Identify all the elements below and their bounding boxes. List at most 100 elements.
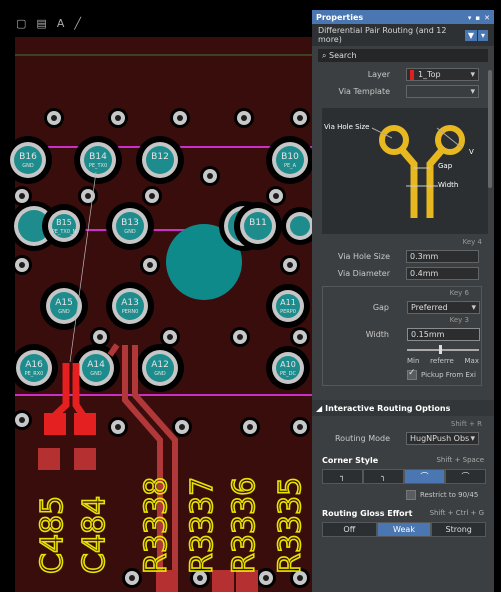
pad-label: A15 xyxy=(55,298,73,308)
search-placeholder: Search xyxy=(329,51,357,60)
pcb-canvas[interactable]: B16 GND B14 PE_TX0 B12 B10 PE_A B15 PE_TX0_N B13 G… xyxy=(0,0,312,592)
via-hole-input[interactable]: 0.3mm xyxy=(406,250,479,263)
line-icon[interactable]: ╱ xyxy=(71,17,84,30)
smd-pad[interactable] xyxy=(74,448,96,470)
interactive-routing-header[interactable]: ◢ Interactive Routing Options xyxy=(312,400,494,416)
via-hole-label: Via Hole Size xyxy=(338,252,390,261)
corner-arc-button[interactable]: ⌒ xyxy=(404,469,445,484)
panel-title: Properties xyxy=(316,12,364,22)
diff-pair-diagram: Via Hole Size Gap Width V xyxy=(322,108,488,234)
pad-net-label: PE_RX0 xyxy=(25,371,44,377)
smd-pad[interactable] xyxy=(44,413,66,435)
via-hole xyxy=(297,424,303,430)
pin-icon[interactable]: ▪ xyxy=(475,14,480,22)
smd-pad[interactable] xyxy=(74,413,96,435)
restrict-checkbox[interactable]: Restrict to 90/45 xyxy=(406,490,494,500)
close-icon[interactable]: ✕ xyxy=(484,14,490,22)
via-diameter-label: Via Diameter xyxy=(337,269,390,278)
smd-pad[interactable] xyxy=(38,448,60,470)
corner-round-button[interactable]: ⌒ xyxy=(445,469,486,484)
filter-icon[interactable]: ▼ xyxy=(464,29,477,41)
silkscreen-designator: C484 xyxy=(77,496,112,574)
gloss-off-button[interactable]: Off xyxy=(322,522,377,537)
iro-title: Interactive Routing Options xyxy=(325,403,451,413)
pcb-layout[interactable]: B16GNDB14PE_TX0B12 B10PE_AB15PE_TX0_NB13G… xyxy=(0,0,312,592)
via-hole xyxy=(129,575,135,581)
via-hole xyxy=(263,575,269,581)
checkbox[interactable] xyxy=(407,368,417,380)
shortcut-r: Shift + R xyxy=(450,420,482,428)
via-diameter-input[interactable]: 0.4mm xyxy=(406,267,479,280)
filter-button[interactable]: ▼ ▾ xyxy=(464,29,488,41)
pad-label: A12 xyxy=(151,360,169,370)
square-icon[interactable]: ▢ xyxy=(13,17,29,30)
via-hole xyxy=(19,417,25,423)
gloss-weak-label: Weak xyxy=(393,525,415,534)
corner-45-icon: ╮ xyxy=(381,472,386,481)
pad-label: A16 xyxy=(25,360,43,370)
corner-45-button[interactable]: ╮ xyxy=(363,469,404,484)
layer-select[interactable]: 1_Top xyxy=(406,68,479,81)
gloss-label: Routing Gloss Effort xyxy=(322,508,413,518)
width-input[interactable]: 0.15mm xyxy=(407,328,480,341)
gap-select[interactable]: Preferred xyxy=(407,301,480,314)
chevron-down-icon[interactable]: ▾ xyxy=(477,29,488,41)
pad-label: A11 xyxy=(280,298,296,307)
key3-label: Key 3 xyxy=(449,316,469,324)
scale-min: Min xyxy=(407,357,420,365)
width-label: Width xyxy=(365,330,389,339)
pcb-toolbar: ▢ ▤ A ╱ xyxy=(13,14,84,32)
silkscreen-designator: C485 xyxy=(35,496,70,574)
corner-90-icon: ┐ xyxy=(340,472,345,481)
pad-core xyxy=(290,216,310,236)
gap-value: Preferred xyxy=(411,303,448,312)
corner-style-buttons: ┐ ╮ ⌒ ⌒ xyxy=(322,469,486,484)
via-hole xyxy=(19,193,25,199)
via-hole xyxy=(197,575,203,581)
corner-style-label: Corner Style xyxy=(322,455,379,465)
restrict-label: Restrict to 90/45 xyxy=(420,491,479,499)
key4-label: Key 4 xyxy=(462,238,482,246)
gap-label: Gap xyxy=(372,303,389,312)
pad-net-label: GND xyxy=(58,309,70,315)
silkscreen-designator: R3335 xyxy=(273,477,308,574)
pickup-checkbox[interactable]: Pickup From Exi xyxy=(407,368,481,380)
collapse-icon: ◢ xyxy=(316,403,323,413)
via-template-label: Via Template xyxy=(338,87,390,96)
gloss-weak-button[interactable]: Weak xyxy=(376,522,432,537)
gloss-shortcut: Shift + Ctrl + G xyxy=(429,509,484,517)
panel-scrollbar[interactable] xyxy=(488,70,492,188)
layer-value: 1_Top xyxy=(418,70,441,79)
width-slider[interactable] xyxy=(407,343,479,357)
corner-90-button[interactable]: ┐ xyxy=(322,469,363,484)
routing-mode-label: Routing Mode xyxy=(334,434,390,443)
v-annotation: V xyxy=(469,148,474,156)
via-hole xyxy=(115,115,121,121)
pad-net-label: GND xyxy=(154,371,166,377)
via-hole xyxy=(115,424,121,430)
slider-thumb[interactable] xyxy=(439,345,442,354)
panel-mode-header: Differential Pair Routing (and 12 more) … xyxy=(312,24,494,46)
bar-icon[interactable]: ▤ xyxy=(33,17,49,30)
via-diameter-value: 0.4mm xyxy=(410,269,439,278)
pad-label: A10 xyxy=(280,360,296,369)
pad-label: A13 xyxy=(121,298,139,308)
text-icon[interactable]: A xyxy=(54,17,68,30)
via-template-select[interactable] xyxy=(406,85,479,98)
search-input[interactable]: ⌕ Search xyxy=(318,49,488,62)
via-hole xyxy=(297,575,303,581)
routing-mode-row: Routing Mode HugNPush Obs xyxy=(312,430,494,447)
gloss-strong-label: Strong xyxy=(445,525,472,534)
corner-style-row: Corner Style Shift + Space xyxy=(312,453,494,467)
via-hole xyxy=(207,173,213,179)
gloss-strong-button[interactable]: Strong xyxy=(431,522,487,537)
width-row: Width 0.15mm xyxy=(323,326,481,343)
menu-icon[interactable]: ▾ xyxy=(468,14,472,22)
via-hole xyxy=(273,193,279,199)
checkbox[interactable] xyxy=(406,490,416,500)
via-hole xyxy=(177,115,183,121)
pad-label: B15 xyxy=(56,218,72,227)
pickup-label: Pickup From Exi xyxy=(421,371,476,379)
routing-mode-select[interactable]: HugNPush Obs xyxy=(406,432,479,445)
via-hole xyxy=(51,115,57,121)
